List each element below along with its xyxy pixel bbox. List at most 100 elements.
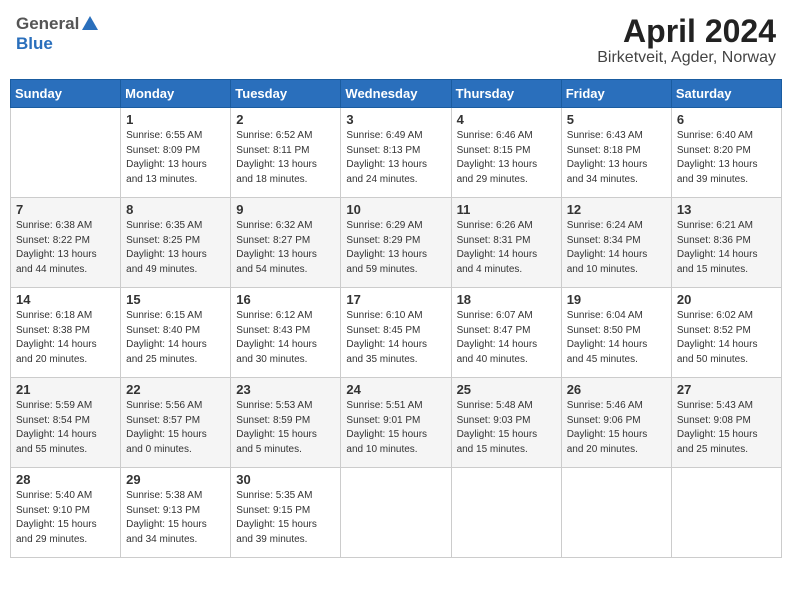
logo-icon	[80, 14, 100, 34]
calendar-cell: 6 Sunrise: 6:40 AM Sunset: 8:20 PM Daylig…	[671, 108, 781, 198]
day-info: Sunrise: 6:32 AM Sunset: 8:27 PM Dayligh…	[236, 219, 335, 277]
day-info: Sunrise: 6:10 AM Sunset: 8:45 PM Dayligh…	[346, 309, 445, 367]
day-number: 8	[126, 202, 225, 217]
day-number: 20	[677, 292, 776, 307]
calendar-cell: 25Sunrise: 5:48 AM Sunset: 9:03 PM Dayli…	[451, 378, 561, 468]
calendar-cell: 27 Sunrise: 5:43 AM Sunset: 9:08 PM Dayli…	[671, 378, 781, 468]
day-number: 23	[236, 382, 335, 397]
day-info: Sunrise: 6:26 AM Sunset: 8:31 PM Dayligh…	[457, 219, 556, 277]
calendar-cell	[561, 468, 671, 558]
day-number: 9	[236, 202, 335, 217]
day-info: Sunrise: 6:43 AM Sunset: 8:18 PM Dayligh…	[567, 129, 666, 187]
calendar-week-row: 21 Sunrise: 5:59 AM Sunset: 8:54 PM Dayli…	[11, 378, 782, 468]
calendar-week-row: 7 Sunrise: 6:38 AM Sunset: 8:22 PM Daylig…	[11, 198, 782, 288]
calendar-week-row: 14 Sunrise: 6:18 AM Sunset: 8:38 PM Dayli…	[11, 288, 782, 378]
day-number: 29	[126, 472, 225, 487]
day-info: Sunrise: 5:40 AM Sunset: 9:10 PM Dayligh…	[16, 489, 115, 547]
calendar-cell: 30 Sunrise: 5:35 AM Sunset: 9:15 PM Dayli…	[231, 468, 341, 558]
calendar-cell: 17 Sunrise: 6:10 AM Sunset: 8:45 PM Dayli…	[341, 288, 451, 378]
calendar-cell: 24Sunrise: 5:51 AM Sunset: 9:01 PM Dayli…	[341, 378, 451, 468]
day-number: 3	[346, 112, 445, 127]
day-number: 13	[677, 202, 776, 217]
day-info: Sunrise: 6:07 AM Sunset: 8:47 PM Dayligh…	[457, 309, 556, 367]
day-number: 2	[236, 112, 335, 127]
day-info: Sunrise: 6:29 AM Sunset: 8:29 PM Dayligh…	[346, 219, 445, 277]
calendar-cell: 4Sunrise: 6:46 AM Sunset: 8:15 PM Daylig…	[451, 108, 561, 198]
calendar-cell: 10 Sunrise: 6:29 AM Sunset: 8:29 PM Dayli…	[341, 198, 451, 288]
calendar-cell: 9 Sunrise: 6:32 AM Sunset: 8:27 PM Daylig…	[231, 198, 341, 288]
day-info: Sunrise: 6:15 AM Sunset: 8:40 PM Dayligh…	[126, 309, 225, 367]
calendar-cell: 7 Sunrise: 6:38 AM Sunset: 8:22 PM Daylig…	[11, 198, 121, 288]
header-day-friday: Friday	[561, 80, 671, 108]
day-number: 16	[236, 292, 335, 307]
calendar-week-row: 1 Sunrise: 6:55 AM Sunset: 8:09 PM Daylig…	[11, 108, 782, 198]
day-info: Sunrise: 6:21 AM Sunset: 8:36 PM Dayligh…	[677, 219, 776, 277]
day-number: 30	[236, 472, 335, 487]
calendar-cell: 12 Sunrise: 6:24 AM Sunset: 8:34 PM Dayli…	[561, 198, 671, 288]
logo-blue: Blue	[16, 34, 53, 54]
calendar-cell: 23 Sunrise: 5:53 AM Sunset: 8:59 PM Dayli…	[231, 378, 341, 468]
calendar-cell	[341, 468, 451, 558]
day-number: 7	[16, 202, 115, 217]
day-info: Sunrise: 6:52 AM Sunset: 8:11 PM Dayligh…	[236, 129, 335, 187]
calendar-cell: 8 Sunrise: 6:35 AM Sunset: 8:25 PM Daylig…	[121, 198, 231, 288]
day-info: Sunrise: 6:38 AM Sunset: 8:22 PM Dayligh…	[16, 219, 115, 277]
header-day-monday: Monday	[121, 80, 231, 108]
day-number: 14	[16, 292, 115, 307]
calendar-week-row: 28Sunrise: 5:40 AM Sunset: 9:10 PM Dayli…	[11, 468, 782, 558]
day-info: Sunrise: 5:46 AM Sunset: 9:06 PM Dayligh…	[567, 399, 666, 457]
header-day-thursday: Thursday	[451, 80, 561, 108]
day-info: Sunrise: 5:53 AM Sunset: 8:59 PM Dayligh…	[236, 399, 335, 457]
header-day-saturday: Saturday	[671, 80, 781, 108]
day-info: Sunrise: 5:35 AM Sunset: 9:15 PM Dayligh…	[236, 489, 335, 547]
calendar-cell: 29 Sunrise: 5:38 AM Sunset: 9:13 PM Dayli…	[121, 468, 231, 558]
calendar-table: SundayMondayTuesdayWednesdayThursdayFrid…	[10, 79, 782, 558]
header-day-tuesday: Tuesday	[231, 80, 341, 108]
header-day-wednesday: Wednesday	[341, 80, 451, 108]
logo: General Blue	[16, 14, 100, 54]
day-number: 17	[346, 292, 445, 307]
day-number: 12	[567, 202, 666, 217]
calendar-cell: 19 Sunrise: 6:04 AM Sunset: 8:50 PM Dayli…	[561, 288, 671, 378]
day-number: 24	[346, 382, 445, 397]
logo-general: General	[16, 14, 79, 34]
day-number: 5	[567, 112, 666, 127]
day-number: 10	[346, 202, 445, 217]
day-info: Sunrise: 6:04 AM Sunset: 8:50 PM Dayligh…	[567, 309, 666, 367]
location-title: Birketveit, Agder, Norway	[597, 49, 776, 67]
calendar-cell	[671, 468, 781, 558]
day-number: 22	[126, 382, 225, 397]
calendar-cell: 26Sunrise: 5:46 AM Sunset: 9:06 PM Dayli…	[561, 378, 671, 468]
day-info: Sunrise: 6:55 AM Sunset: 8:09 PM Dayligh…	[126, 129, 225, 187]
day-number: 21	[16, 382, 115, 397]
day-number: 1	[126, 112, 225, 127]
calendar-cell: 15 Sunrise: 6:15 AM Sunset: 8:40 PM Dayli…	[121, 288, 231, 378]
day-info: Sunrise: 6:24 AM Sunset: 8:34 PM Dayligh…	[567, 219, 666, 277]
day-number: 25	[457, 382, 556, 397]
day-info: Sunrise: 6:46 AM Sunset: 8:15 PM Dayligh…	[457, 129, 556, 187]
day-info: Sunrise: 6:18 AM Sunset: 8:38 PM Dayligh…	[16, 309, 115, 367]
calendar-cell: 28Sunrise: 5:40 AM Sunset: 9:10 PM Dayli…	[11, 468, 121, 558]
day-info: Sunrise: 5:38 AM Sunset: 9:13 PM Dayligh…	[126, 489, 225, 547]
day-info: Sunrise: 5:59 AM Sunset: 8:54 PM Dayligh…	[16, 399, 115, 457]
day-number: 11	[457, 202, 556, 217]
day-info: Sunrise: 5:43 AM Sunset: 9:08 PM Dayligh…	[677, 399, 776, 457]
calendar-cell: 22Sunrise: 5:56 AM Sunset: 8:57 PM Dayli…	[121, 378, 231, 468]
day-number: 19	[567, 292, 666, 307]
calendar-cell: 11 Sunrise: 6:26 AM Sunset: 8:31 PM Dayli…	[451, 198, 561, 288]
day-info: Sunrise: 6:35 AM Sunset: 8:25 PM Dayligh…	[126, 219, 225, 277]
day-info: Sunrise: 6:40 AM Sunset: 8:20 PM Dayligh…	[677, 129, 776, 187]
day-number: 6	[677, 112, 776, 127]
calendar-cell: 3 Sunrise: 6:49 AM Sunset: 8:13 PM Daylig…	[341, 108, 451, 198]
calendar-cell: 2 Sunrise: 6:52 AM Sunset: 8:11 PM Daylig…	[231, 108, 341, 198]
header-day-sunday: Sunday	[11, 80, 121, 108]
day-info: Sunrise: 6:12 AM Sunset: 8:43 PM Dayligh…	[236, 309, 335, 367]
calendar-cell: 16 Sunrise: 6:12 AM Sunset: 8:43 PM Dayli…	[231, 288, 341, 378]
day-number: 27	[677, 382, 776, 397]
calendar-cell	[11, 108, 121, 198]
calendar-cell: 1 Sunrise: 6:55 AM Sunset: 8:09 PM Daylig…	[121, 108, 231, 198]
title-block: April 2024 Birketveit, Agder, Norway	[597, 14, 776, 67]
day-info: Sunrise: 6:49 AM Sunset: 8:13 PM Dayligh…	[346, 129, 445, 187]
day-number: 15	[126, 292, 225, 307]
calendar-cell: 20Sunrise: 6:02 AM Sunset: 8:52 PM Dayli…	[671, 288, 781, 378]
